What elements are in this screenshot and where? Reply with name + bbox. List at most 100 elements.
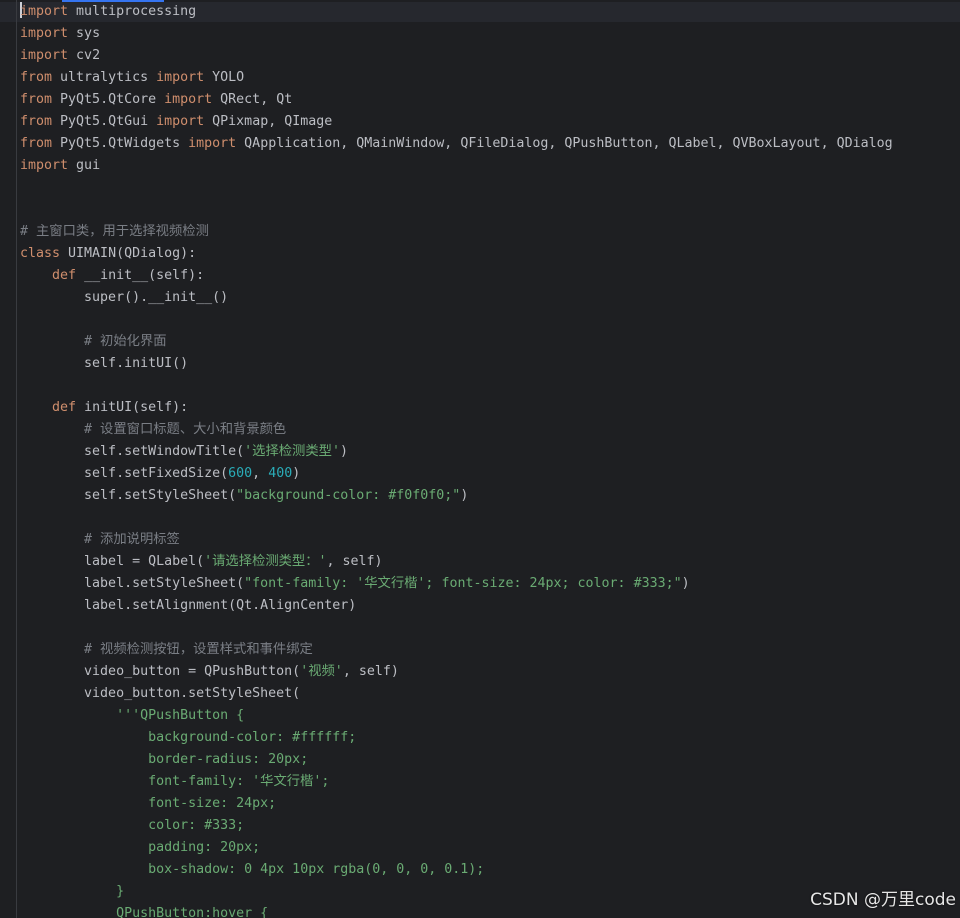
code-token: font-family: '华文行楷';: [20, 774, 330, 789]
code-line[interactable]: super().__init__(): [20, 287, 893, 309]
code-line[interactable]: # 视频检测按钮，设置样式和事件绑定: [20, 639, 893, 661]
code-line[interactable]: import sys: [20, 23, 893, 45]
code-line[interactable]: }: [20, 881, 893, 903]
code-token: cv2: [68, 48, 101, 63]
code-line[interactable]: video_button.setStyleSheet(: [20, 683, 893, 705]
code-token: ): [681, 576, 690, 591]
code-token: '选择检测类型': [244, 444, 340, 459]
code-line[interactable]: # 添加说明标签: [20, 529, 893, 551]
code-line[interactable]: [20, 507, 893, 529]
code-token: PyQt5.QtGui: [52, 114, 157, 129]
code-token: from: [20, 70, 53, 85]
code-line[interactable]: video_button = QPushButton('视频', self): [20, 661, 893, 683]
code-token: color: #333;: [20, 818, 245, 833]
code-line[interactable]: [20, 309, 893, 331]
code-token: label.setAlignment(Qt.AlignCenter): [20, 598, 357, 613]
code-line[interactable]: self.initUI(): [20, 353, 893, 375]
code-line[interactable]: import gui: [20, 155, 893, 177]
code-line[interactable]: from PyQt5.QtWidgets import QApplication…: [20, 133, 893, 155]
code-line[interactable]: self.setWindowTitle('选择检测类型'): [20, 441, 893, 463]
code-token: QPixmap, QImage: [204, 114, 333, 129]
code-token: # 初始化界面: [84, 334, 167, 349]
code-line[interactable]: from ultralytics import YOLO: [20, 67, 893, 89]
code-line[interactable]: border-radius: 20px;: [20, 749, 893, 771]
code-token: import: [156, 70, 205, 85]
code-token: # 设置窗口标题、大小和背景颜色: [84, 422, 287, 437]
code-token: }: [20, 884, 125, 899]
code-line[interactable]: label = QLabel('请选择检测类型：', self): [20, 551, 893, 573]
code-token: background-color: #ffffff;: [20, 730, 357, 745]
code-token: self.setWindowTitle(: [20, 444, 245, 459]
code-token: label.setStyleSheet(: [20, 576, 245, 591]
code-token: "font-family: '华文行楷'; font-size: 24px; c…: [244, 576, 682, 591]
code-line[interactable]: background-color: #ffffff;: [20, 727, 893, 749]
code-line[interactable]: [20, 617, 893, 639]
code-token: super().__init__(): [20, 290, 229, 305]
code-token: video_button.setStyleSheet(: [20, 686, 301, 701]
code-line[interactable]: font-size: 24px;: [20, 793, 893, 815]
code-token: video_button = QPushButton(: [20, 664, 301, 679]
code-line[interactable]: from PyQt5.QtCore import QRect, Qt: [20, 89, 893, 111]
code-line[interactable]: self.setStyleSheet("background-color: #f…: [20, 485, 893, 507]
code-token: box-shadow: 0 4px 10px rgba(0, 0, 0, 0.1…: [20, 862, 485, 877]
code-token: padding: 20px;: [20, 840, 261, 855]
code-line[interactable]: [20, 199, 893, 221]
code-line[interactable]: class UIMAIN(QDialog):: [20, 243, 893, 265]
code-line[interactable]: label.setAlignment(Qt.AlignCenter): [20, 595, 893, 617]
code-line[interactable]: label.setStyleSheet("font-family: '华文行楷'…: [20, 573, 893, 595]
code-line[interactable]: self.setFixedSize(600, 400): [20, 463, 893, 485]
code-line[interactable]: def __init__(self):: [20, 265, 893, 287]
code-token: PyQt5.QtCore: [52, 92, 165, 107]
code-token: def: [52, 268, 77, 283]
code-token: def: [52, 400, 77, 415]
code-line[interactable]: box-shadow: 0 4px 10px rgba(0, 0, 0, 0.1…: [20, 859, 893, 881]
code-token: self.setStyleSheet(: [20, 488, 237, 503]
code-token: QApplication, QMainWindow, QFileDialog, …: [236, 136, 893, 151]
code-line[interactable]: import cv2: [20, 45, 893, 67]
code-token: import: [20, 158, 69, 173]
code-line[interactable]: color: #333;: [20, 815, 893, 837]
code-token: , self): [326, 554, 383, 569]
code-token: PyQt5.QtWidgets: [52, 136, 189, 151]
code-line[interactable]: QPushButton:hover {: [20, 903, 893, 918]
code-token: ): [292, 466, 301, 481]
code-line[interactable]: '''QPushButton {: [20, 705, 893, 727]
code-line[interactable]: [20, 375, 893, 397]
code-token: gui: [68, 158, 101, 173]
code-token: font-size: 24px;: [20, 796, 277, 811]
code-line[interactable]: [20, 177, 893, 199]
code-token: import: [156, 114, 205, 129]
code-token: 600: [228, 466, 253, 481]
code-line[interactable]: # 主窗口类，用于选择视频检测: [20, 221, 893, 243]
code-editor[interactable]: import multiprocessing import sys import c…: [0, 0, 960, 918]
code-token: '视频': [300, 664, 343, 679]
code-token: UIMAIN(QDialog):: [60, 246, 197, 261]
code-token: import: [188, 136, 237, 151]
code-token: QPushButton:hover {: [20, 906, 269, 918]
code-line[interactable]: # 初始化界面: [20, 331, 893, 353]
code-token: '''QPushButton {: [116, 708, 245, 723]
code-token: ultralytics: [52, 70, 157, 85]
code-line[interactable]: import multiprocessing: [20, 1, 893, 23]
code-token: sys: [68, 26, 101, 41]
code-token: , self): [342, 664, 399, 679]
gutter-divider: [16, 0, 17, 918]
code-token: "background-color: #f0f0f0;": [236, 488, 461, 503]
code-content[interactable]: import multiprocessing import sys import c…: [20, 1, 893, 918]
code-token: initUI(self):: [76, 400, 189, 415]
code-token: ,: [252, 466, 269, 481]
code-token: import: [20, 26, 69, 41]
code-line[interactable]: # 设置窗口标题、大小和背景颜色: [20, 419, 893, 441]
code-line[interactable]: font-family: '华文行楷';: [20, 771, 893, 793]
code-token: # 视频检测按钮，设置样式和事件绑定: [84, 642, 313, 657]
code-line[interactable]: from PyQt5.QtGui import QPixmap, QImage: [20, 111, 893, 133]
code-line[interactable]: def initUI(self):: [20, 397, 893, 419]
code-line[interactable]: padding: 20px;: [20, 837, 893, 859]
code-token: border-radius: 20px;: [20, 752, 309, 767]
code-token: self.initUI(): [20, 356, 189, 371]
code-token: # 添加说明标签: [84, 532, 180, 547]
